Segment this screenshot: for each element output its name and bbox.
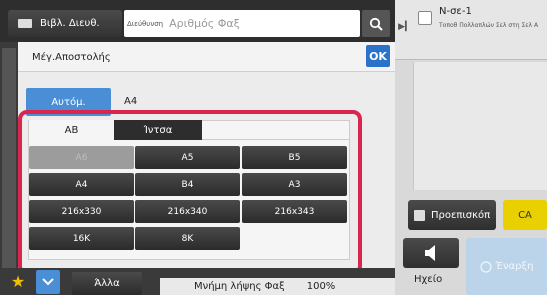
chevron-down-button[interactable] [36, 270, 60, 294]
ca-button[interactable]: CA [503, 200, 547, 230]
address-label: Διεύθυνση [127, 19, 164, 28]
job-title: Ν-σε-1 [439, 6, 472, 17]
fax-number-placeholder: Αριθμός Φαξ [169, 17, 240, 30]
preview-button[interactable]: Προεπισκόπ [408, 200, 496, 230]
address-book-label: Βιβλ. Διευθ. [40, 18, 100, 29]
preview-label: Προεπισκόπ [431, 209, 491, 221]
search-button[interactable] [362, 10, 390, 37]
expand-arrow-icon[interactable]: ▶▎ [398, 17, 412, 37]
ok-button[interactable]: OK [366, 45, 390, 67]
start-label: Έναρξη [495, 261, 534, 272]
star-icon[interactable]: ★ [8, 268, 28, 294]
address-book-button[interactable]: Βιβλ. Διευθ. [8, 10, 122, 37]
job-checkbox[interactable] [418, 11, 432, 25]
speaker-icon [425, 245, 435, 261]
speaker-button[interactable] [403, 238, 459, 268]
highlight-frame [18, 110, 362, 275]
address-book-icon [18, 19, 32, 28]
start-icon [479, 260, 492, 273]
fax-memory-status: Μνήμη λήψης Φαξ 100% [160, 278, 395, 295]
chevron-down-icon [42, 278, 54, 286]
settings-list [413, 62, 547, 190]
start-button[interactable]: Έναρξη [466, 238, 547, 295]
dialog-title: Μέγ.Αποστολής [32, 52, 111, 63]
memory-value: 100% [306, 281, 336, 292]
speaker-label: Ηχείο [414, 274, 443, 285]
preview-icon [414, 209, 425, 221]
left-scroll-strip [2, 48, 16, 268]
others-button[interactable]: Άλλα [72, 272, 142, 295]
memory-label: Μνήμη λήψης Φαξ [194, 281, 285, 292]
job-subtitle: Τοποθ Πολλαπλών Σελ στη Σελ Α [439, 22, 539, 29]
fax-number-field[interactable]: Διεύθυνση Αριθμός Φαξ [124, 10, 360, 37]
search-icon [369, 17, 383, 31]
current-size-value: A4 [124, 96, 138, 107]
